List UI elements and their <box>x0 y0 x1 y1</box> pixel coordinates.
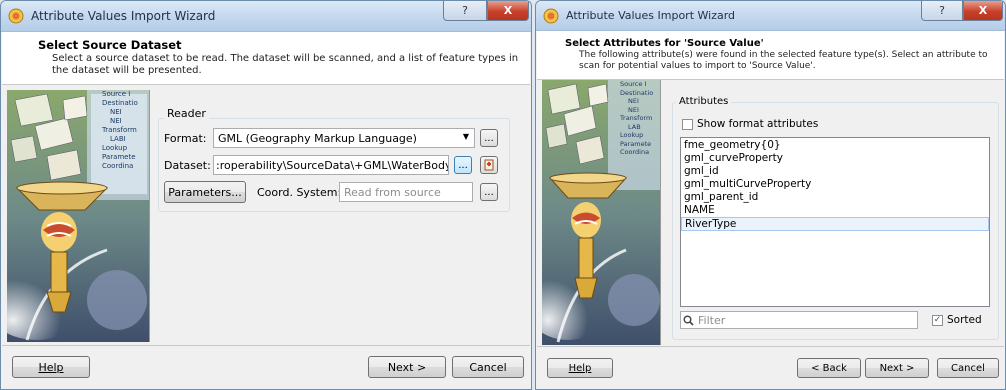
wizard-sidebar-image: Source I Destinatio NEI NEI Transform LA… <box>7 90 150 342</box>
attributes-group-label: Attributes <box>676 96 732 107</box>
sorted-checkbox[interactable]: ✓ <box>932 315 943 326</box>
sidebar-label: NEI <box>628 97 639 105</box>
fme-app-icon <box>8 8 24 24</box>
help-button[interactable]: Help <box>547 358 613 378</box>
next-button[interactable]: Next > <box>368 356 446 378</box>
add-source-icon <box>484 159 494 171</box>
attributes-list[interactable]: fme_geometry{0} gml_curveProperty gml_id gm… <box>680 137 990 307</box>
format-value: GML (Geography Markup Language) <box>218 131 417 145</box>
sidebar-label: Destinatio <box>620 88 654 97</box>
window-title: Attribute Values Import Wizard <box>566 9 736 22</box>
page-title: Select Attributes for 'Source Value' <box>565 38 764 49</box>
back-button-label: < Back <box>811 362 847 374</box>
dataset-source-button[interactable] <box>480 156 498 174</box>
sidebar-label: Coordina <box>620 148 650 156</box>
wizard-header: Select Attributes for 'Source Value' The… <box>537 31 1004 80</box>
sidebar-label: LABI <box>110 135 126 143</box>
sidebar-label: Source I <box>620 80 647 88</box>
wizard-sidebar-image: Source I Destinatio NEI NEI Transform LA… <box>542 80 661 345</box>
dataset-label: Dataset: <box>164 159 211 172</box>
sidebar-label: Source I <box>102 90 131 98</box>
attribute-list-item[interactable]: fme_geometry{0} <box>681 139 989 152</box>
title-bar[interactable]: Attribute Values Import Wizard ? X <box>1 1 531 32</box>
close-window-button[interactable]: X <box>487 1 529 21</box>
attribute-list-item[interactable]: gml_multiCurveProperty <box>681 178 989 191</box>
sidebar-label: NEI <box>110 108 122 116</box>
sidebar-label: Lookup <box>102 144 128 152</box>
dataset-browse-button[interactable]: ... <box>454 156 472 174</box>
coord-system-label: Coord. System: <box>257 186 342 199</box>
page-description: The following attribute(s) were found in… <box>579 50 988 71</box>
help-button[interactable]: Help <box>12 356 90 378</box>
back-button[interactable]: < Back <box>797 358 861 378</box>
wizard-footer: Help Next > Cancel <box>2 345 530 388</box>
next-button[interactable]: Next > <box>865 358 929 378</box>
window-title: Attribute Values Import Wizard <box>31 9 216 23</box>
sidebar-label: LAB <box>628 122 641 131</box>
next-button-label: Next > <box>879 362 915 374</box>
help-title-button[interactable]: ? <box>443 1 487 21</box>
wizard-footer: Help < Back Next > Cancel <box>537 346 1004 388</box>
parameters-button[interactable]: Parameters... <box>164 181 246 203</box>
attribute-list-item[interactable]: gml_id <box>681 165 989 178</box>
wizard-window-dataset: Attribute Values Import Wizard ? X Selec… <box>0 0 532 390</box>
attribute-list-item[interactable]: gml_parent_id <box>681 191 989 204</box>
help-button-label: Help <box>568 362 592 374</box>
reader-group-label: Reader <box>164 107 209 120</box>
format-label: Format: <box>164 132 207 145</box>
title-bar[interactable]: Attribute Values Import Wizard ? X <box>536 1 1005 31</box>
sorted-label: Sorted <box>947 314 982 326</box>
cancel-button[interactable]: Cancel <box>452 356 524 378</box>
sidebar-label: Coordina <box>102 162 134 170</box>
sidebar-label: Destinatio <box>102 99 138 107</box>
format-select[interactable]: GML (Geography Markup Language) ▼ <box>213 128 475 148</box>
sidebar-label: NEI <box>628 105 639 114</box>
filter-input[interactable]: Filter <box>680 311 918 329</box>
sidebar-label: Transform <box>102 126 137 134</box>
cancel-button-label: Cancel <box>951 362 985 374</box>
coord-system-browse-button[interactable]: ... <box>480 183 498 201</box>
next-button-label: Next > <box>387 360 427 374</box>
wizard-window-attributes: Attribute Values Import Wizard ? X Selec… <box>535 0 1006 390</box>
close-window-button[interactable]: X <box>963 1 1003 21</box>
cancel-button-label: Cancel <box>469 360 507 374</box>
sidebar-tree-labels: Source I Destinatio NEI NEI Transform LA… <box>102 90 138 171</box>
sidebar-label: Transform <box>620 114 653 122</box>
help-button-label: Help <box>38 360 64 374</box>
coord-system-input[interactable]: Read from source <box>339 182 473 202</box>
sidebar-label: NEI <box>110 117 122 125</box>
attribute-list-item[interactable]: RiverType <box>681 217 989 231</box>
search-icon <box>683 315 694 326</box>
sidebar-tree-labels: Source I Destinatio NEI NEI Transform LA… <box>620 80 653 157</box>
sidebar-label: Paramete <box>102 153 136 161</box>
format-browse-button[interactable]: ... <box>480 129 498 147</box>
wizard-header: Select Source Dataset Select a source da… <box>2 32 530 85</box>
dropdown-arrow-icon: ▼ <box>462 132 469 141</box>
fme-app-icon <box>543 8 559 24</box>
filter-placeholder: Filter <box>698 313 726 327</box>
cancel-button[interactable]: Cancel <box>937 358 999 378</box>
sidebar-label: Lookup <box>620 131 644 139</box>
show-format-label: Show format attributes <box>697 118 819 130</box>
help-title-button[interactable]: ? <box>921 1 963 21</box>
show-format-checkbox[interactable] <box>682 119 693 130</box>
page-title: Select Source Dataset <box>38 38 182 52</box>
page-description: Select a source dataset to be read. The … <box>52 53 519 76</box>
sidebar-label: Paramete <box>620 139 652 148</box>
dataset-input[interactable]: :roperability\SourceData\+GML\WaterBody.… <box>213 155 449 175</box>
attribute-list-item[interactable]: gml_curveProperty <box>681 152 989 165</box>
attribute-list-item[interactable]: NAME <box>681 204 989 217</box>
